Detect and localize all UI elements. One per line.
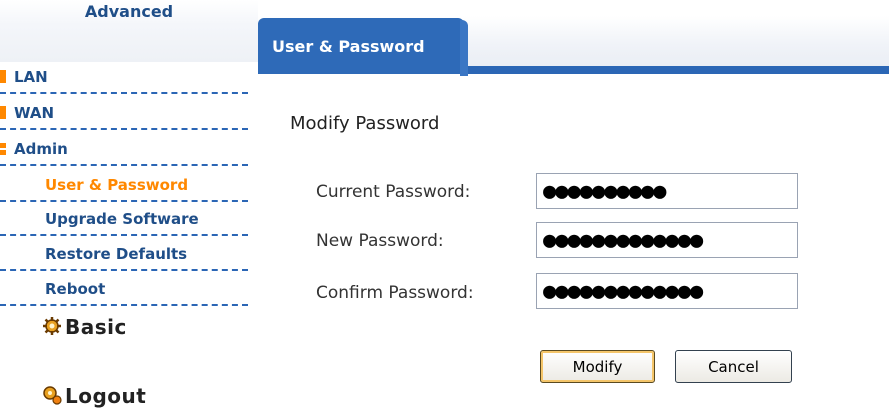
logout-link[interactable]: Logout	[42, 384, 146, 408]
tab-strip: User & Password	[258, 16, 889, 76]
sidebar: Advanced LAN WAN Admin User & Password U…	[0, 0, 258, 414]
sidebar-item-restore-defaults[interactable]: Restore Defaults	[0, 237, 248, 271]
gear-icon	[42, 316, 62, 336]
current-password-label: Current Password:	[316, 182, 471, 202]
modify-button[interactable]: Modify	[540, 350, 655, 383]
sidebar-title-label: Advanced	[84, 2, 174, 21]
sidebar-title: Advanced	[0, 0, 258, 62]
current-password-field[interactable]	[536, 173, 798, 209]
sidebar-item-label: Admin	[14, 140, 68, 158]
sidebar-item-label: WAN	[14, 104, 55, 122]
sidebar-item-wan[interactable]: WAN	[0, 96, 248, 130]
logout-icon	[42, 385, 62, 405]
basic-link[interactable]: Basic	[42, 315, 127, 339]
cancel-button[interactable]: Cancel	[675, 350, 792, 383]
confirm-password-label: Confirm Password:	[316, 283, 474, 303]
tab-user-password[interactable]: User & Password	[258, 18, 468, 76]
new-password-field[interactable]	[536, 222, 798, 258]
confirm-password-field[interactable]	[536, 273, 798, 309]
bullet-icon	[0, 70, 6, 83]
sidebar-item-lan[interactable]: LAN	[0, 60, 248, 94]
basic-label: Basic	[65, 315, 127, 339]
sidebar-item-user-password[interactable]: User & Password	[0, 168, 248, 202]
sidebar-item-upgrade-software[interactable]: Upgrade Software	[0, 202, 248, 236]
sidebar-item-reboot[interactable]: Reboot	[0, 272, 248, 306]
sidebar-item-label: LAN	[14, 68, 48, 86]
section-title: Modify Password	[290, 113, 440, 134]
sidebar-item-label: User & Password	[45, 176, 189, 194]
logout-label: Logout	[65, 384, 147, 408]
new-password-label: New Password:	[316, 231, 444, 251]
sidebar-item-label: Restore Defaults	[45, 245, 188, 263]
sidebar-item-label: Reboot	[45, 280, 106, 298]
sidebar-item-label: Upgrade Software	[45, 210, 199, 228]
sidebar-item-admin[interactable]: Admin	[0, 132, 248, 166]
bullet-icon	[0, 106, 6, 119]
bullet-icon	[0, 143, 6, 155]
